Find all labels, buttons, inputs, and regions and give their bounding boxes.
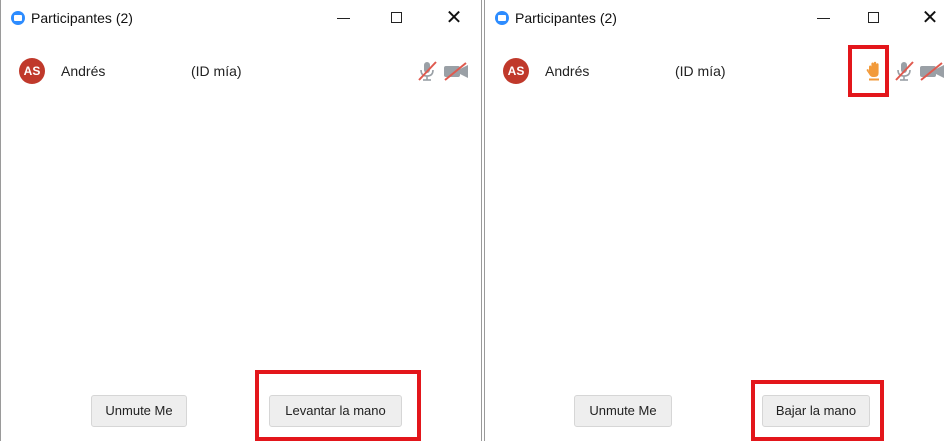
participants-window-right: Participantes (2) ✕ AS Andrés (ID mía) U… (484, 0, 948, 441)
highlight-box (255, 370, 421, 441)
unmute-me-button[interactable]: Unmute Me (574, 395, 672, 427)
video-off-icon[interactable] (442, 59, 470, 83)
highlight-box (848, 45, 889, 97)
participant-name: Andrés (61, 63, 106, 79)
title-bar: Participantes (2) ✕ (485, 0, 948, 36)
microphone-muted-icon[interactable] (415, 59, 439, 83)
minimize-button[interactable] (329, 8, 359, 28)
participants-window-left: Participantes (2) ✕ AS Andrés (ID mía) U… (0, 0, 482, 441)
avatar: AS (19, 58, 45, 84)
avatar: AS (503, 58, 529, 84)
participant-name: Andrés (545, 63, 590, 79)
participant-id-label: (ID mía) (675, 63, 726, 79)
window-title: Participantes (2) (515, 10, 617, 26)
title-bar: Participantes (2) ✕ (1, 0, 481, 36)
microphone-muted-icon[interactable] (892, 59, 916, 83)
maximize-button[interactable] (382, 8, 412, 28)
maximize-button[interactable] (859, 8, 889, 28)
unmute-me-button[interactable]: Unmute Me (91, 395, 187, 427)
participant-id-label: (ID mía) (191, 63, 242, 79)
close-button[interactable]: ✕ (439, 8, 469, 28)
participant-row[interactable]: AS Andrés (ID mía) (1, 56, 481, 86)
close-button[interactable]: ✕ (915, 8, 945, 28)
zoom-icon (495, 11, 509, 25)
window-title: Participantes (2) (31, 10, 133, 26)
minimize-button[interactable] (809, 8, 839, 28)
video-off-icon[interactable] (918, 59, 946, 83)
zoom-icon (11, 11, 25, 25)
highlight-box (751, 380, 884, 441)
